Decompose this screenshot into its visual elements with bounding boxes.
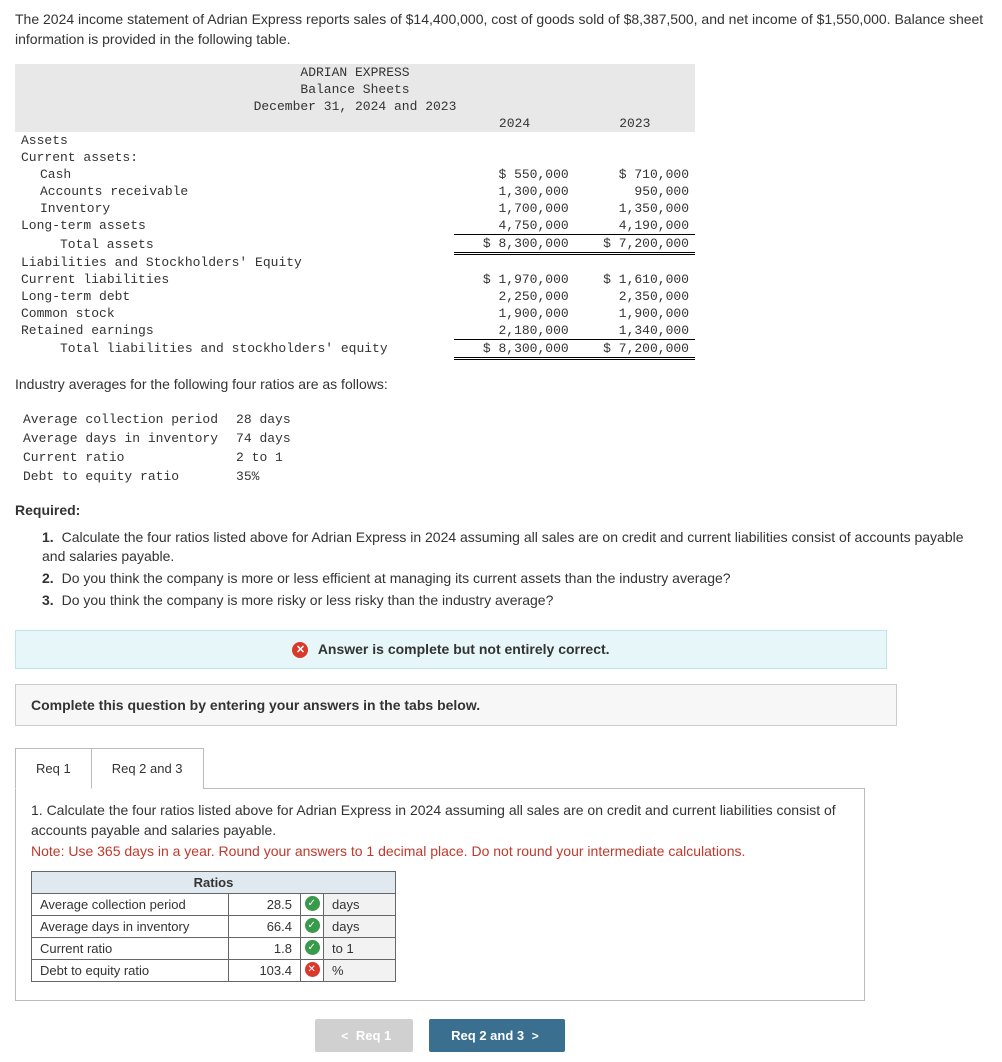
bs-row-lse: Liabilities and Stockholders' Equity: [15, 254, 454, 271]
bs-row-current-assets: Current assets:: [15, 149, 454, 166]
instruction-box: Complete this question by entering your …: [15, 684, 897, 726]
required-item: Do you think the company is more or less…: [58, 570, 731, 586]
tab-req-1[interactable]: Req 1: [15, 748, 92, 789]
tab-strip: Req 1 Req 2 and 3: [15, 748, 865, 789]
bs-row-cs: Common stock: [15, 305, 454, 322]
table-row-label: Debt to equity ratio: [32, 960, 229, 982]
prev-button-label: Req 1: [356, 1028, 391, 1043]
next-button[interactable]: Req 2 and 3 >: [429, 1019, 565, 1052]
bs-row-ar: Accounts receivable: [15, 183, 454, 200]
bs-row-cl: Current liabilities: [15, 271, 454, 288]
table-row-label: Average collection period: [32, 894, 229, 916]
bs-row-total-assets: Total assets: [15, 235, 454, 254]
unit-label: %: [324, 960, 396, 982]
answer-input[interactable]: 28.5: [229, 894, 301, 916]
unit-label: days: [324, 916, 396, 938]
prev-button[interactable]: < Req 1: [315, 1019, 413, 1052]
bs-row-lta: Long-term assets: [15, 217, 454, 235]
panel-heading: 1. Calculate the four ratios listed abov…: [31, 801, 849, 840]
bs-title-3: December 31, 2024 and 2023: [15, 98, 695, 115]
bs-row-ltd: Long-term debt: [15, 288, 454, 305]
bs-title-2: Balance Sheets: [15, 81, 695, 98]
unit-label: days: [324, 894, 396, 916]
bs-col-2024: 2024: [454, 115, 574, 132]
industry-avg-table: Average collection period28 days Average…: [15, 409, 303, 487]
bs-row-inventory: Inventory: [15, 200, 454, 217]
nav-row: < Req 1 Req 2 and 3 >: [15, 1019, 865, 1052]
x-icon: [301, 960, 324, 982]
chevron-left-icon: <: [341, 1029, 348, 1043]
answer-table: Ratios Average collection period 28.5 da…: [31, 871, 396, 982]
intro-text: The 2024 income statement of Adrian Expr…: [15, 10, 987, 49]
table-row-label: Current ratio: [32, 938, 229, 960]
bs-row-assets: Assets: [15, 132, 454, 149]
required-heading: Required:: [15, 502, 987, 518]
x-icon: ✕: [292, 642, 308, 658]
indavg-row: Average days in inventory: [17, 430, 228, 447]
bs-title-1: ADRIAN EXPRESS: [15, 64, 695, 81]
check-icon: [301, 894, 324, 916]
indavg-row: Debt to equity ratio: [17, 468, 228, 485]
next-button-label: Req 2 and 3: [451, 1028, 524, 1043]
check-icon: [301, 938, 324, 960]
bs-row-re: Retained earnings: [15, 322, 454, 340]
answer-col-header: Ratios: [32, 872, 396, 894]
chevron-right-icon: >: [532, 1029, 539, 1043]
alert-text: Answer is complete but not entirely corr…: [318, 641, 610, 657]
tab-req-2-3[interactable]: Req 2 and 3: [91, 748, 204, 789]
bs-row-total-lse: Total liabilities and stockholders' equi…: [15, 339, 454, 358]
required-list: 1. Calculate the four ratios listed abov…: [42, 528, 987, 610]
required-item: Calculate the four ratios listed above f…: [42, 529, 964, 564]
alert-box: ✕ Answer is complete but not entirely co…: [15, 630, 887, 669]
indavg-row: Average collection period: [17, 411, 228, 428]
check-icon: [301, 916, 324, 938]
table-row-label: Average days in inventory: [32, 916, 229, 938]
bs-row-cash: Cash: [15, 166, 454, 183]
balance-sheet: ADRIAN EXPRESS Balance Sheets December 3…: [15, 64, 695, 360]
bs-col-2023: 2023: [575, 115, 695, 132]
answer-input[interactable]: 66.4: [229, 916, 301, 938]
industry-avg-intro: Industry averages for the following four…: [15, 375, 987, 395]
required-item: Do you think the company is more risky o…: [58, 592, 554, 608]
unit-label: to 1: [324, 938, 396, 960]
indavg-row: Current ratio: [17, 449, 228, 466]
answer-input[interactable]: 103.4: [229, 960, 301, 982]
panel-note: Note: Use 365 days in a year. Round your…: [31, 843, 849, 859]
answer-input[interactable]: 1.8: [229, 938, 301, 960]
tab-panel-req-1: 1. Calculate the four ratios listed abov…: [15, 788, 865, 1001]
